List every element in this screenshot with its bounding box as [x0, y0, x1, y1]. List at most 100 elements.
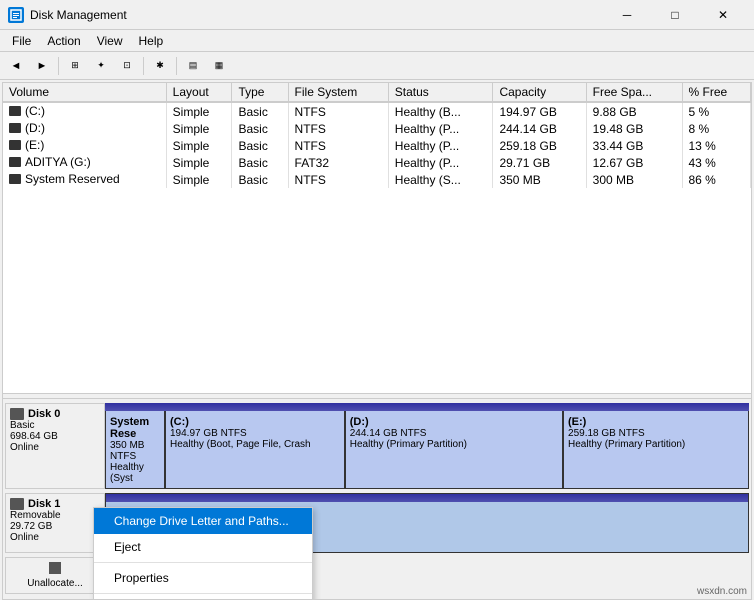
- window-controls: ─ □ ✕: [604, 1, 746, 29]
- table-row[interactable]: ADITYA (G:) Simple Basic FAT32 Healthy (…: [3, 154, 751, 171]
- disk0-size: 698.64 GB: [10, 431, 100, 442]
- cell-free: 12.67 GB: [586, 154, 682, 171]
- disk1-type: Removable: [10, 510, 100, 521]
- table-area: Volume Layout Type File System Status Ca…: [3, 83, 751, 393]
- toolbar-separator-2: [143, 57, 144, 75]
- cell-status: Healthy (P...: [388, 154, 493, 171]
- cell-pct: 5 %: [682, 102, 751, 120]
- close-button[interactable]: ✕: [700, 1, 746, 29]
- partition-sysreserved[interactable]: System Rese 350 MB NTFS Healthy (Syst: [106, 404, 166, 488]
- cell-volume: (D:): [3, 120, 166, 137]
- main-content: Volume Layout Type File System Status Ca…: [2, 82, 752, 600]
- cell-free: 33.44 GB: [586, 137, 682, 154]
- partition-c[interactable]: (C:) 194.97 GB NTFS Healthy (Boot, Page …: [166, 404, 346, 488]
- disk1-size: 29.72 GB: [10, 521, 100, 532]
- col-freespace[interactable]: Free Spa...: [586, 83, 682, 102]
- disk0-status: Online: [10, 442, 100, 453]
- context-menu-item-eject[interactable]: Eject: [94, 534, 312, 560]
- app-icon: [8, 7, 24, 23]
- cell-type: Basic: [232, 137, 288, 154]
- context-menu-separator: [94, 562, 312, 563]
- toolbar-btn-3[interactable]: ⊡: [115, 55, 139, 77]
- cell-capacity: 194.97 GB: [493, 102, 586, 120]
- cell-volume: ADITYA (G:): [3, 154, 166, 171]
- title-bar: Disk Management ─ □ ✕: [0, 0, 754, 30]
- col-pctfree[interactable]: % Free: [682, 83, 751, 102]
- cell-free: 19.48 GB: [586, 120, 682, 137]
- toolbar-btn-6[interactable]: ▦: [207, 55, 231, 77]
- table-row[interactable]: System Reserved Simple Basic NTFS Health…: [3, 171, 751, 188]
- disk0-label: Disk 0 Basic 698.64 GB Online: [5, 403, 105, 489]
- cell-type: Basic: [232, 102, 288, 120]
- disk0-icon: [10, 408, 24, 420]
- toolbar-btn-1[interactable]: ⊞: [63, 55, 87, 77]
- context-menu-item-change-drive-letter[interactable]: Change Drive Letter and Paths...: [94, 508, 312, 534]
- disk0-row: Disk 0 Basic 698.64 GB Online System Res…: [5, 403, 749, 489]
- cell-layout: Simple: [166, 171, 232, 188]
- cell-status: Healthy (P...: [388, 120, 493, 137]
- cell-layout: Simple: [166, 102, 232, 120]
- toolbar-btn-5[interactable]: ▤: [181, 55, 205, 77]
- cell-fs: NTFS: [288, 102, 388, 120]
- disk1-status: Online: [10, 532, 100, 543]
- cell-fs: NTFS: [288, 137, 388, 154]
- cell-fs: NTFS: [288, 120, 388, 137]
- cell-pct: 8 %: [682, 120, 751, 137]
- cell-type: Basic: [232, 154, 288, 171]
- toolbar-btn-4[interactable]: ✱: [148, 55, 172, 77]
- cell-free: 9.88 GB: [586, 102, 682, 120]
- back-button[interactable]: ◄: [4, 55, 28, 77]
- context-menu-item-properties[interactable]: Properties: [94, 565, 312, 591]
- cell-pct: 86 %: [682, 171, 751, 188]
- cell-volume: (E:): [3, 137, 166, 154]
- disk1-label: Disk 1 Removable 29.72 GB Online: [5, 493, 105, 553]
- col-layout[interactable]: Layout: [166, 83, 232, 102]
- disk0-name: Disk 0: [10, 408, 100, 420]
- minimize-button[interactable]: ─: [604, 1, 650, 29]
- context-menu-separator-2: [94, 593, 312, 594]
- unallocated-icon: [49, 562, 61, 574]
- toolbar-btn-2[interactable]: ✦: [89, 55, 113, 77]
- context-menu: Change Drive Letter and Paths... Eject P…: [93, 507, 313, 599]
- cell-capacity: 259.18 GB: [493, 137, 586, 154]
- forward-button[interactable]: ►: [30, 55, 54, 77]
- menu-view[interactable]: View: [89, 32, 131, 50]
- toolbar-separator-3: [176, 57, 177, 75]
- menu-bar: File Action View Help: [0, 30, 754, 52]
- maximize-button[interactable]: □: [652, 1, 698, 29]
- cell-fs: NTFS: [288, 171, 388, 188]
- cell-layout: Simple: [166, 154, 232, 171]
- cell-type: Basic: [232, 171, 288, 188]
- col-type[interactable]: Type: [232, 83, 288, 102]
- watermark: wsxdn.com: [697, 586, 747, 597]
- col-filesystem[interactable]: File System: [288, 83, 388, 102]
- table-row[interactable]: (D:) Simple Basic NTFS Healthy (P... 244…: [3, 120, 751, 137]
- unallocated-label: Unallocate...: [5, 557, 105, 594]
- partition-e[interactable]: (E:) 259.18 GB NTFS Healthy (Primary Par…: [564, 404, 748, 488]
- toolbar-separator-1: [58, 57, 59, 75]
- cell-status: Healthy (S...: [388, 171, 493, 188]
- table-row[interactable]: (C:) Simple Basic NTFS Healthy (B... 194…: [3, 102, 751, 120]
- cell-fs: FAT32: [288, 154, 388, 171]
- cell-capacity: 244.14 GB: [493, 120, 586, 137]
- cell-status: Healthy (P...: [388, 137, 493, 154]
- col-volume[interactable]: Volume: [3, 83, 166, 102]
- disk1-icon: [10, 498, 24, 510]
- toolbar: ◄ ► ⊞ ✦ ⊡ ✱ ▤ ▦: [0, 52, 754, 80]
- menu-action[interactable]: Action: [39, 32, 88, 50]
- partition-d[interactable]: (D:) 244.14 GB NTFS Healthy (Primary Par…: [346, 404, 564, 488]
- col-capacity[interactable]: Capacity: [493, 83, 586, 102]
- cell-type: Basic: [232, 120, 288, 137]
- col-status[interactable]: Status: [388, 83, 493, 102]
- cell-layout: Simple: [166, 120, 232, 137]
- cell-pct: 13 %: [682, 137, 751, 154]
- disk0-type: Basic: [10, 420, 100, 431]
- menu-file[interactable]: File: [4, 32, 39, 50]
- disk-map-area: Disk 0 Basic 698.64 GB Online System Res…: [3, 399, 751, 599]
- window-title: Disk Management: [30, 8, 604, 22]
- cell-capacity: 29.71 GB: [493, 154, 586, 171]
- table-row[interactable]: (E:) Simple Basic NTFS Healthy (P... 259…: [3, 137, 751, 154]
- menu-help[interactable]: Help: [131, 32, 172, 50]
- volumes-table: Volume Layout Type File System Status Ca…: [3, 83, 751, 188]
- cell-pct: 43 %: [682, 154, 751, 171]
